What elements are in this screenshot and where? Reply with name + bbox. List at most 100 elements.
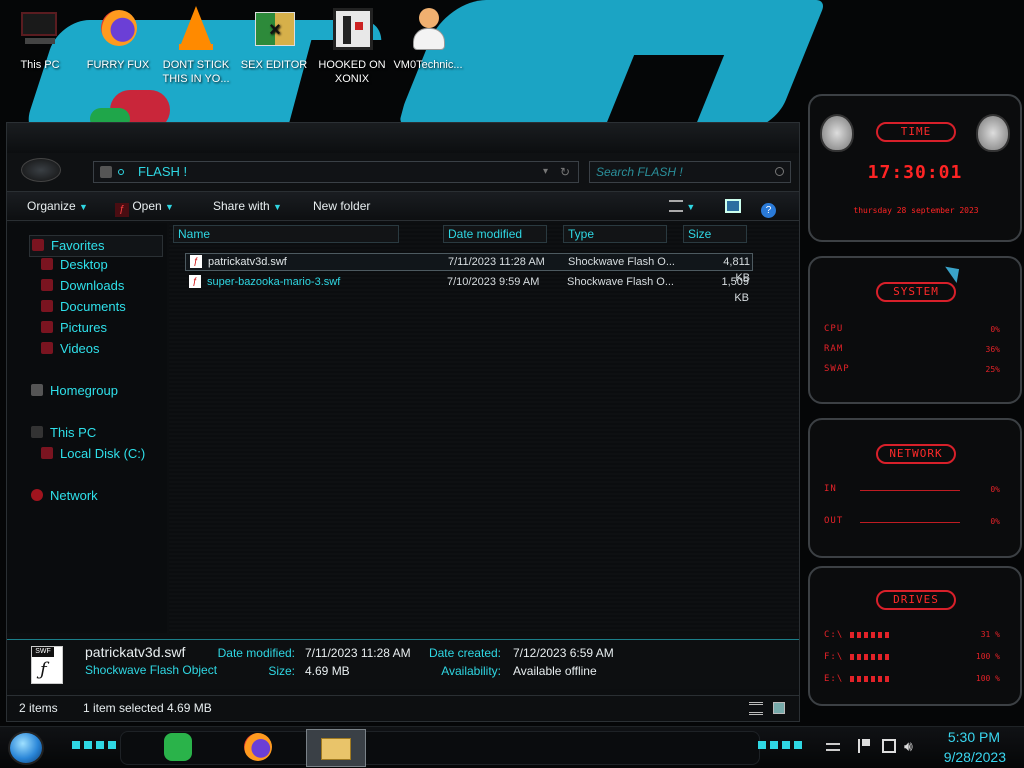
drives-gadget[interactable]: DRIVES C:\ 31 % F:\ 100 % E:\ 100 % <box>808 566 1022 706</box>
nav-label: Pictures <box>60 320 107 335</box>
tray-clock-time[interactable]: 5:30 PM <box>948 729 1000 745</box>
system-gadget[interactable]: SYSTEM CPU 0% RAM 36% SWAP 25% <box>808 256 1022 404</box>
nav-label: Desktop <box>60 257 108 272</box>
details-view-icon[interactable] <box>749 702 763 715</box>
table-row[interactable]: ƒ super-bazooka-mario-3.swf 7/10/2023 9:… <box>185 274 753 304</box>
nav-label: Downloads <box>60 278 125 293</box>
pictures-folder-icon <box>41 321 53 333</box>
view-options-icon[interactable]: ▼ <box>669 198 695 215</box>
file-date: 7/10/2023 9:59 AM <box>447 276 540 288</box>
new-folder-button[interactable]: New folder <box>313 198 370 214</box>
help-icon[interactable]: ? <box>761 198 776 218</box>
nav-videos[interactable]: Videos <box>41 341 100 357</box>
column-header-date-modified[interactable]: Date modified <box>443 225 547 243</box>
desktop-icon-this-pc[interactable]: This PC <box>0 6 80 72</box>
nav-pictures[interactable]: Pictures <box>41 320 107 336</box>
chevron-down-icon[interactable]: ▾ <box>543 162 548 182</box>
desktop-icon-hooked-on-xonix[interactable]: HOOKED ON XONIX <box>312 6 392 86</box>
xonix-game-icon <box>329 6 375 52</box>
star-icon <box>32 239 44 251</box>
nav-documents[interactable]: Documents <box>41 299 126 315</box>
time-gadget[interactable]: TIME 17:30:01 thursday 28 september 2023 <box>808 94 1022 242</box>
desktop: This PC FURRY FUX DONT STICK THIS IN YO.… <box>0 0 1024 768</box>
new-folder-label: New folder <box>313 199 371 213</box>
ram-value: 36% <box>985 345 1000 354</box>
nav-label: Videos <box>60 341 100 356</box>
flash-file-icon: ƒ <box>189 275 201 288</box>
refresh-icon[interactable]: ↻ <box>560 162 570 182</box>
nav-desktop[interactable]: Desktop <box>41 257 108 273</box>
drive-e-value: 100 % <box>975 674 1000 683</box>
ram-label: RAM <box>824 344 844 354</box>
desktop-icon-label: VM0Technic... <box>393 59 463 71</box>
network-gadget[interactable]: NETWORK IN 0% OUT 0% <box>808 418 1022 558</box>
drive-c-value: 31 % <box>980 630 1000 639</box>
search-input[interactable]: Search FLASH ! <box>589 161 791 183</box>
large-icons-view-icon[interactable] <box>773 702 785 714</box>
open-button[interactable]: ƒ Open ▼ <box>115 198 174 217</box>
firefox-taskbar-icon[interactable] <box>244 733 272 761</box>
gadget-clock: 17:30:01 <box>867 162 963 183</box>
share-with-button[interactable]: Share with ▼ <box>213 198 282 215</box>
desktop-icon-sex-editor[interactable]: × SEX EDITOR <box>234 6 314 72</box>
taskbar-pinned-strip <box>120 731 760 765</box>
network-title: NETWORK <box>876 444 956 464</box>
notes-app-icon[interactable] <box>164 733 192 761</box>
address-dot-icon <box>118 169 124 175</box>
downloads-folder-icon <box>41 279 53 291</box>
navigation-bar: FLASH ! ▾ ↻ Search FLASH ! <box>7 153 799 191</box>
navigation-pane: Favorites Desktop Downloads Documents Pi… <box>7 223 167 633</box>
column-label: Type <box>568 227 595 241</box>
hard-drive-icon <box>41 447 53 459</box>
drive-e-bar <box>850 676 890 682</box>
nav-homegroup[interactable]: Homegroup <box>31 383 118 399</box>
nav-local-disk[interactable]: Local Disk (C:) <box>41 446 145 462</box>
desktop-icon-dont-stick[interactable]: DONT STICK THIS IN YO... <box>156 6 236 86</box>
desktop-icon-vm0technic[interactable]: VM0Technic... <box>388 6 468 72</box>
network-tray-icon[interactable] <box>882 739 896 753</box>
organize-button[interactable]: Organize ▼ <box>27 198 88 215</box>
chevron-down-icon: ▼ <box>165 202 174 212</box>
cpu-value: 0% <box>990 325 1000 334</box>
column-header-size[interactable]: Size <box>683 225 747 243</box>
desktop-icon-label: FURRY FUX <box>86 59 150 71</box>
organize-label: Organize <box>27 199 76 213</box>
file-date: 7/11/2023 11:28 AM <box>448 256 545 268</box>
net-out-graph <box>860 522 960 523</box>
status-bar: 2 items 1 item selected 4.69 MB <box>7 695 799 721</box>
window-titlebar[interactable] <box>7 123 799 153</box>
details-pane: SWF ƒ patrickatv3d.swf Shockwave Flash O… <box>7 639 799 689</box>
documents-folder-icon <box>41 300 53 312</box>
taskbar-decor-left <box>72 741 116 749</box>
column-header-type[interactable]: Type <box>563 225 667 243</box>
folder-icon <box>100 166 112 178</box>
net-in-value: 0% <box>990 485 1000 494</box>
address-bar[interactable]: FLASH ! ▾ ↻ <box>93 161 579 183</box>
column-header-name[interactable]: Name <box>173 225 399 243</box>
table-row[interactable]: ƒ patrickatv3d.swf 7/11/2023 11:28 AM Sh… <box>185 253 753 284</box>
open-label: Open <box>132 199 162 213</box>
desktop-icon-label: SEX EDITOR <box>240 59 308 71</box>
start-orb-button[interactable] <box>8 731 44 765</box>
drives-title: DRIVES <box>876 590 956 610</box>
computer-icon <box>31 426 43 438</box>
details-created-value: 7/12/2023 6:59 AM <box>513 646 614 660</box>
file-type: Shockwave Flash O... <box>567 276 674 288</box>
preview-pane-icon[interactable] <box>725 198 741 214</box>
swap-value: 25% <box>985 365 1000 374</box>
tray-clock-date[interactable]: 9/28/2023 <box>944 749 1006 765</box>
desktop-icon-furry-fux[interactable]: FURRY FUX <box>78 6 158 72</box>
nav-label: Documents <box>60 299 126 314</box>
nav-label: Local Disk (C:) <box>60 446 146 461</box>
nav-this-pc[interactable]: This PC <box>31 425 96 441</box>
flag-icon[interactable] <box>858 739 870 753</box>
chevron-down-icon: ▼ <box>273 202 282 212</box>
tray-chevron-icon[interactable] <box>826 743 840 751</box>
nav-downloads[interactable]: Downloads <box>41 278 124 294</box>
back-button[interactable] <box>21 158 61 182</box>
volume-icon[interactable]: 🔊︎ <box>904 739 913 753</box>
nav-network[interactable]: Network <box>31 488 98 504</box>
file-explorer-taskbar-button[interactable] <box>306 729 366 767</box>
nav-favorites[interactable]: Favorites <box>29 235 163 257</box>
file-name: patrickatv3d.swf <box>208 256 287 268</box>
